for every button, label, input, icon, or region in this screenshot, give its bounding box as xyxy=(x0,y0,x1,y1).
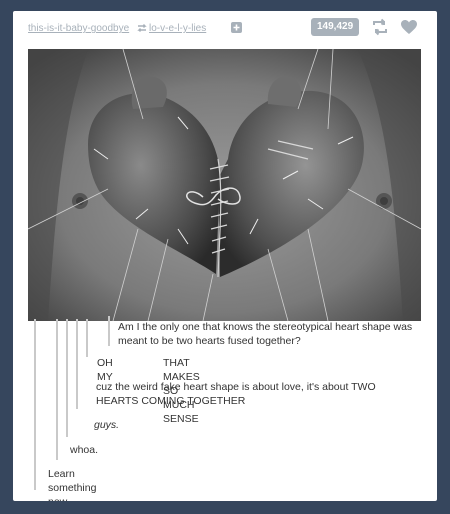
comment-text: guys. xyxy=(94,419,120,431)
stitched-hearts-image xyxy=(28,49,421,321)
comment-text: Learn something new everyday. xyxy=(48,468,97,501)
comment-text: whoa. xyxy=(70,444,99,456)
post-photo xyxy=(28,49,421,321)
post-header: this-is-it-baby-goodbye lo-v-e-l-y-lies … xyxy=(13,11,437,45)
reblog-icon[interactable] xyxy=(371,18,389,36)
notes-count-button[interactable]: 149,429 xyxy=(311,18,360,36)
reblog-icon xyxy=(137,24,147,32)
quote-line xyxy=(108,316,110,346)
reblogged-username-link[interactable]: lo-v-e-l-y-lies xyxy=(149,23,206,34)
plus-icon[interactable] xyxy=(231,22,242,33)
comment-text: cuz the weird fake heart shape is about … xyxy=(96,381,376,407)
quote-line xyxy=(66,319,68,437)
comment-text: Am I the only one that knows the stereot… xyxy=(118,321,413,347)
post-card: this-is-it-baby-goodbye lo-v-e-l-y-lies … xyxy=(13,11,437,501)
heart-icon[interactable] xyxy=(400,19,418,35)
quote-line xyxy=(56,319,58,460)
source-username-link[interactable]: this-is-it-baby-goodbye xyxy=(28,23,129,34)
quote-line xyxy=(86,319,88,357)
quote-line xyxy=(76,319,78,409)
quote-line xyxy=(34,319,36,490)
